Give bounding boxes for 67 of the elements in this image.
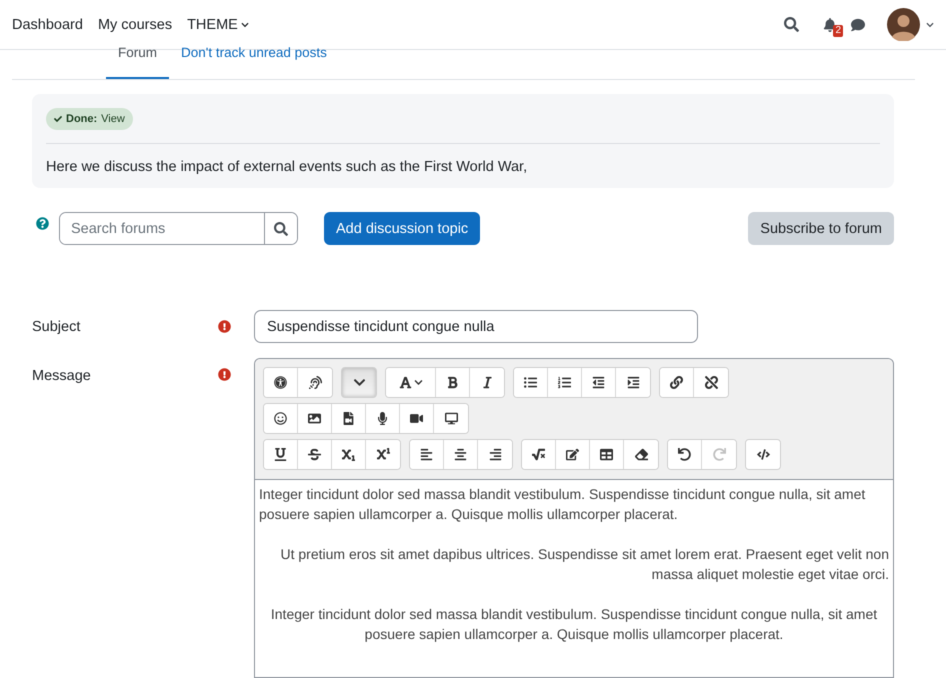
editor-paragraph: Ut pretium eros sit amet dapibus ultrices. Suspendisse sit amet lorem erat. Praesent eget velit non massa aliquet molestie eget vitae orci. <box>279 545 889 584</box>
chat-icon[interactable] <box>851 18 865 32</box>
underline-button[interactable] <box>264 440 298 469</box>
subject-field[interactable]: Suspendisse tincidunt congue nulla <box>254 310 698 343</box>
eraser-icon <box>634 448 648 461</box>
numbered-list-icon <box>558 376 571 389</box>
help-icon[interactable] <box>36 217 49 230</box>
undo-icon <box>678 448 691 461</box>
outdent-icon <box>592 376 605 389</box>
unlink-icon <box>704 376 718 389</box>
align-center-icon <box>454 448 467 461</box>
chevron-down-icon <box>352 376 366 389</box>
equation-button[interactable] <box>522 440 556 469</box>
subscribe-button[interactable]: Subscribe to forum <box>748 212 894 245</box>
align-left-button[interactable] <box>410 440 444 469</box>
add-topic-button[interactable]: Add discussion topic <box>324 212 480 245</box>
notification-count: 2 <box>833 24 843 36</box>
caret-icon[interactable] <box>926 20 934 28</box>
link-icon <box>670 376 683 389</box>
editor-paragraph: Integer tincidunt dolor sed massa blandit vestibulum. Suspendisse tincidunt congue nulla, sit amet posuere sapien ullamcorper a. Quisque mollis ullamcorper placerat. <box>270 605 878 644</box>
square-root-icon <box>532 448 545 461</box>
avatar[interactable] <box>887 8 920 41</box>
smiley-icon <box>274 412 287 425</box>
forum-description: Here we discuss the impact of external events such as the First World War, <box>46 159 528 175</box>
strikethrough-icon <box>308 448 321 461</box>
bullet-list-icon <box>524 376 537 389</box>
indent-icon <box>626 376 640 389</box>
video-camera-icon <box>410 412 423 425</box>
field-label: Subject <box>32 318 82 335</box>
redo-icon <box>712 448 726 461</box>
nav-link[interactable]: THEME <box>187 16 249 32</box>
undo-button[interactable] <box>668 440 702 469</box>
underline-icon <box>274 448 287 461</box>
nav-link[interactable]: My courses <box>98 16 172 32</box>
table-icon <box>600 448 613 461</box>
emoji-button[interactable] <box>264 404 298 433</box>
field-label: Message <box>32 367 92 384</box>
align-left-icon <box>420 448 433 461</box>
font-button[interactable] <box>386 368 436 397</box>
completion-badge: Done: View <box>46 108 133 130</box>
editor-paragraph: Integer tincidunt dolor sed massa blandit vestibulum. Suspendisse tincidunt congue nulla, sit amet posuere sapien ullamcorper a. Quisque mollis ullamcorper placerat. <box>259 485 866 524</box>
font-icon <box>398 376 412 389</box>
bullet-list-button[interactable] <box>514 368 548 397</box>
bold-icon <box>446 376 459 389</box>
code-icon <box>756 448 770 461</box>
subscript-icon <box>342 448 355 461</box>
video-file-icon <box>342 412 355 425</box>
nav-link[interactable]: Dashboard <box>12 16 83 32</box>
caret-icon <box>414 378 422 387</box>
search-icon[interactable] <box>784 17 799 32</box>
accessibility-icon <box>274 376 287 389</box>
image-icon <box>308 412 321 425</box>
search-icon <box>274 222 288 236</box>
tab[interactable]: Forum <box>106 45 170 79</box>
microphone-icon <box>376 412 389 425</box>
link-button[interactable] <box>660 368 694 397</box>
accessibility-button[interactable] <box>264 368 298 397</box>
align-right-icon <box>488 448 502 461</box>
search-button[interactable] <box>264 213 297 244</box>
tab[interactable]: Don't track unread posts <box>169 45 339 79</box>
ear-icon <box>308 376 322 389</box>
message-editor[interactable] <box>254 358 894 678</box>
caret-icon <box>240 20 249 28</box>
search-field[interactable]: Search forums <box>59 212 298 245</box>
monitor-icon <box>444 412 458 425</box>
superscript-icon <box>376 448 390 461</box>
italic-icon <box>480 376 494 389</box>
